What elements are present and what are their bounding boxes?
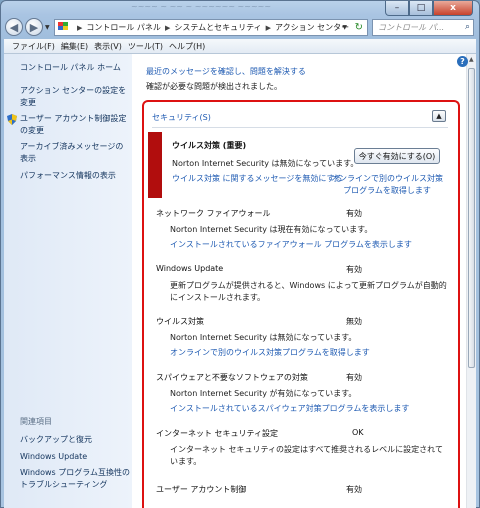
item-link[interactable]: インストールされているファイアウォール プログラムを表示します — [170, 239, 412, 250]
problems-detected-text: 確認が必要な問題が検出されました。 — [146, 82, 282, 91]
navigation-row: ◀ ▶ ▼ ▶ コントロール パネル ▶ システムとセキュリティ ▶ アクション… — [4, 16, 476, 38]
breadcrumb-separator-icon: ▶ — [265, 23, 271, 32]
turn-off-messages-link[interactable]: ウイルス対策 に関するメッセージを無効にする — [172, 173, 342, 184]
item-name: ユーザー アカウント制御 — [156, 485, 247, 494]
sidebar: コントロール パネル ホーム アクション センターの設定を変更 ユーザー アカウ… — [4, 54, 132, 508]
alert-severity-bar — [148, 132, 162, 198]
menu-help[interactable]: ヘルプ(H) — [169, 41, 205, 52]
sidebar-item-performance-info[interactable]: パフォーマンス情報の表示 — [20, 170, 130, 182]
vertical-scrollbar[interactable]: ▲ — [466, 54, 476, 508]
item-description: Norton Internet Security は無効になっています。 — [170, 333, 357, 342]
uac-shield-icon — [7, 114, 17, 125]
breadcrumb-action-center[interactable]: アクション センター — [275, 22, 349, 33]
search-input[interactable]: コントロール パ... ⌕ — [372, 19, 474, 36]
search-icon[interactable]: ⌕ — [465, 22, 470, 32]
item-name: インターネット セキュリティ設定 — [156, 429, 279, 438]
item-status: 有効 — [346, 485, 362, 494]
address-bar[interactable]: ▶ コントロール パネル ▶ システムとセキュリティ ▶ アクション センター … — [54, 19, 368, 36]
list-item: スパイウェアと不要なソフトウェアの対策 有効 Norton Internet S… — [156, 372, 448, 420]
sidebar-item-archived-messages[interactable]: アーカイブ済みメッセージの表示 — [20, 141, 130, 165]
scroll-up-icon[interactable]: ▲ — [469, 56, 474, 63]
refresh-icon[interactable]: ↻ — [355, 22, 363, 33]
item-name: Windows Update — [156, 264, 224, 273]
item-description: インターネット セキュリティの設定はすべて推奨されるレベルに設定されています。 — [170, 445, 443, 466]
list-item: Windows Update 有効 更新プログラムが提供されると、Windows… — [156, 264, 448, 312]
item-link[interactable]: インストールされているスパイウェア対策プログラムを表示します — [170, 403, 409, 414]
item-name: ウイルス対策 — [156, 317, 204, 326]
main-panel: 最近のメッセージを確認し、問題を解決する 確認が必要な問題が検出されました。 セ… — [142, 54, 476, 508]
list-item: インターネット セキュリティ設定 OK インターネット セキュリティの設定はすべ… — [156, 428, 448, 476]
minimize-button[interactable]: – — [385, 1, 409, 16]
breadcrumb-control-panel[interactable]: コントロール パネル — [86, 22, 161, 33]
list-item: ユーザー アカウント制御 有効 — [156, 484, 448, 508]
forward-button[interactable]: ▶ — [25, 18, 43, 36]
menu-view[interactable]: 表示(V) — [94, 41, 122, 52]
item-description: Norton Internet Security は現在有効になっています。 — [170, 225, 373, 234]
security-section-title[interactable]: セキュリティ(S) — [152, 112, 211, 123]
breadcrumb-separator-icon: ▶ — [77, 23, 83, 32]
security-section: セキュリティ(S) ▲ ウイルス対策 (重要) Norton Internet … — [142, 100, 460, 508]
chevron-up-icon: ▲ — [436, 112, 442, 120]
section-divider — [152, 127, 448, 128]
breadcrumb-system-security[interactable]: システムとセキュリティ — [174, 22, 261, 33]
turn-on-now-button[interactable]: 今すぐ有効にする(O) — [354, 148, 440, 164]
antivirus-alert: ウイルス対策 (重要) Norton Internet Security は無効… — [148, 132, 450, 198]
menu-bar: ファイル(F) 編集(E) 表示(V) ツール(T) ヘルプ(H) — [4, 39, 476, 54]
window-title-ghost: ~~~~ ~ ~~ ~ ~~~~~~ ~~~~~ — [131, 2, 272, 11]
sidebar-item-control-panel-home[interactable]: コントロール パネル ホーム — [20, 62, 130, 74]
sidebar-item-windows-update[interactable]: Windows Update — [20, 451, 130, 463]
sidebar-item-backup-restore[interactable]: バックアップと復元 — [20, 434, 130, 446]
history-dropdown-icon[interactable]: ▼ — [45, 24, 50, 31]
content-area: コントロール パネル ホーム アクション センターの設定を変更 ユーザー アカウ… — [4, 54, 476, 508]
scrollbar-thumb[interactable] — [468, 68, 475, 368]
sidebar-item-change-action-center-settings[interactable]: アクション センターの設定を変更 — [20, 85, 130, 109]
menu-tools[interactable]: ツール(T) — [128, 41, 163, 52]
list-item: ウイルス対策 無効 Norton Internet Security は無効にな… — [156, 316, 448, 364]
back-button[interactable]: ◀ — [5, 18, 23, 36]
review-messages-link[interactable]: 最近のメッセージを確認し、問題を解決する — [146, 66, 306, 77]
collapse-section-button[interactable]: ▲ — [432, 110, 446, 122]
sidebar-item-label: ユーザー アカウント制御設定の変更 — [20, 114, 127, 135]
sidebar-item-program-compatibility[interactable]: Windows プログラム互換性のトラブルシューティング — [20, 467, 130, 491]
item-status: 無効 — [346, 317, 362, 326]
menu-file[interactable]: ファイル(F) — [12, 41, 55, 52]
forward-arrow-icon: ▶ — [29, 20, 39, 34]
help-icon[interactable]: ? — [457, 56, 468, 67]
search-placeholder: コントロール パ... — [378, 23, 445, 32]
item-status: OK — [352, 428, 364, 437]
alert-text: Norton Internet Security は無効になっています。 — [172, 159, 359, 168]
item-status: 有効 — [346, 209, 362, 218]
get-antivirus-online-link[interactable]: オンラインで別のウイルス対策プログラムを取得します — [328, 173, 446, 197]
item-name: スパイウェアと不要なソフトウェアの対策 — [156, 373, 308, 382]
back-arrow-icon: ◀ — [9, 20, 19, 34]
item-description: Norton Internet Security が有効になっています。 — [170, 389, 357, 398]
window-controls: – □ x — [385, 1, 473, 16]
related-items-heading: 関連項目 — [20, 417, 52, 426]
address-dropdown-icon[interactable]: ▼ — [342, 24, 347, 31]
item-status: 有効 — [346, 265, 362, 274]
sidebar-item-change-uac-settings[interactable]: ユーザー アカウント制御設定の変更 — [7, 113, 130, 137]
item-status: 有効 — [346, 373, 362, 382]
menu-edit[interactable]: 編集(E) — [61, 41, 88, 52]
action-center-flag-icon — [58, 22, 70, 33]
alert-title: ウイルス対策 (重要) — [172, 141, 247, 150]
close-button[interactable]: x — [433, 1, 473, 16]
item-link[interactable]: オンラインで別のウイルス対策プログラムを取得します — [170, 347, 370, 358]
item-description: 更新プログラムが提供されると、Windows によって更新プログラムが自動的にイ… — [170, 281, 447, 302]
breadcrumb-separator-icon: ▶ — [164, 23, 171, 32]
maximize-button[interactable]: □ — [409, 1, 433, 16]
list-item: ネットワーク ファイアウォール 有効 Norton Internet Secur… — [156, 208, 448, 256]
item-name: ネットワーク ファイアウォール — [156, 209, 271, 218]
